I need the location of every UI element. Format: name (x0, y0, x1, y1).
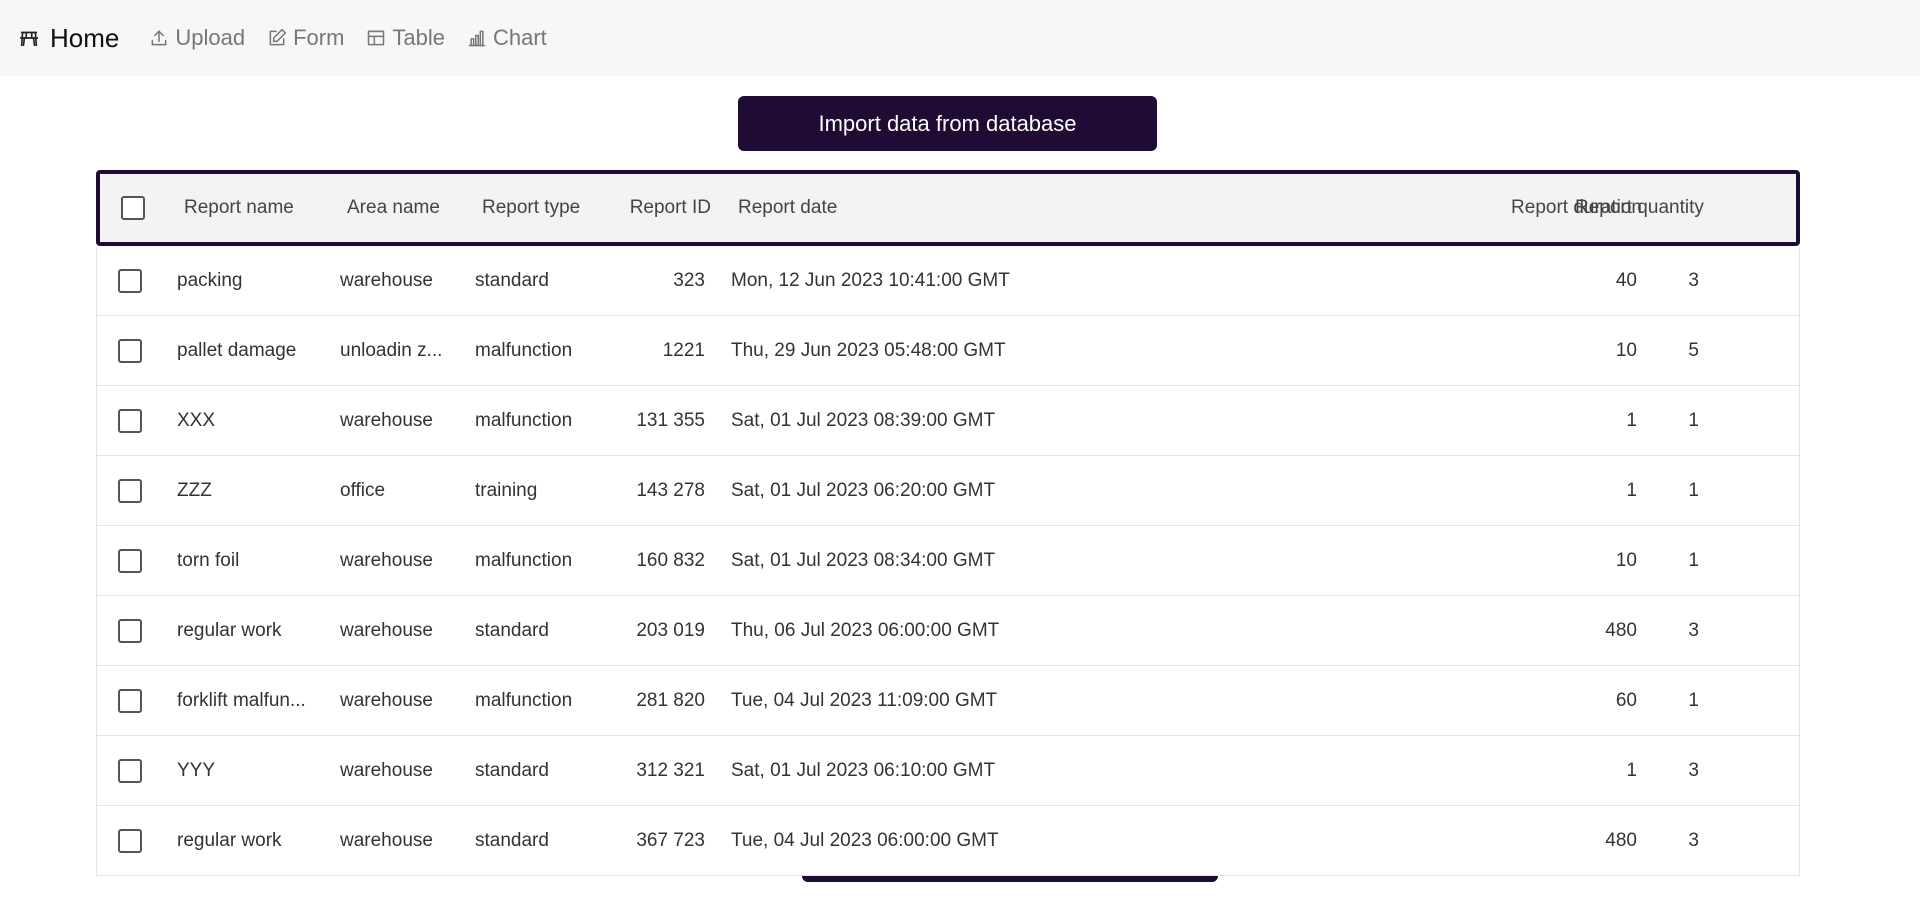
cell-report-name: XXX (177, 409, 216, 431)
cell-report-quantity: 1 (1688, 479, 1699, 501)
cell-report-name: regular work (177, 619, 282, 641)
cell-report-type: standard (475, 619, 549, 641)
cell-report-id: 203 019 (636, 619, 705, 641)
cell-report-quantity: 3 (1688, 619, 1699, 641)
nav-home-label: Home (50, 22, 120, 53)
cell-report-quantity: 3 (1688, 829, 1699, 851)
table-row[interactable]: torn foil warehouse malfunction 160 832 … (96, 526, 1800, 596)
table-row[interactable]: forklift malfun... warehouse malfunction… (96, 666, 1800, 736)
row-checkbox[interactable] (118, 479, 142, 503)
cell-report-quantity: 1 (1688, 689, 1699, 711)
upload-icon (151, 30, 167, 46)
nav-table[interactable]: Table (366, 25, 445, 51)
table-row[interactable]: regular work warehouse standard 203 019 … (96, 596, 1800, 666)
table-row[interactable]: XXX warehouse malfunction 131 355 Sat, 0… (96, 386, 1800, 456)
header-area-name[interactable]: Area name (347, 197, 457, 219)
cell-area-name: warehouse (340, 549, 433, 571)
nav-chart[interactable]: Chart (467, 25, 547, 51)
cell-report-type: malfunction (475, 549, 573, 571)
cell-report-type: training (475, 479, 538, 501)
row-checkbox[interactable] (118, 759, 142, 783)
cell-report-date: Sat, 01 Jul 2023 06:20:00 GMT (731, 479, 996, 501)
reports-table: Report name Area name Report type Report… (96, 170, 1800, 876)
cell-report-date: Tue, 04 Jul 2023 06:00:00 GMT (731, 829, 999, 851)
nav-table-label: Table (392, 25, 445, 50)
nav-form-label: Form (293, 25, 345, 50)
cell-report-name: regular work (177, 829, 282, 851)
cell-report-name: ZZZ (177, 479, 212, 501)
cell-report-date: Sat, 01 Jul 2023 08:34:00 GMT (731, 549, 996, 571)
cell-report-quantity: 1 (1688, 409, 1699, 431)
header-report-id[interactable]: Report ID (613, 197, 711, 219)
cell-report-name: forklift malfun... (177, 689, 306, 711)
nav-upload-label: Upload (175, 25, 246, 50)
table-row[interactable]: regular work warehouse standard 367 723 … (96, 806, 1800, 876)
nav-chart-label: Chart (493, 25, 547, 50)
cell-report-date: Thu, 06 Jul 2023 06:00:00 GMT (731, 619, 1000, 641)
cell-report-name: torn foil (177, 549, 240, 571)
cell-report-name: pallet damage (177, 339, 297, 361)
cell-report-date: Tue, 04 Jul 2023 11:09:00 GMT (731, 689, 998, 711)
nav-home[interactable]: Home (18, 23, 119, 54)
table-row[interactable]: YYY warehouse standard 312 321 Sat, 01 J… (96, 736, 1800, 806)
cell-report-id: 160 832 (636, 549, 705, 571)
edit-icon (269, 28, 287, 46)
cell-area-name: warehouse (340, 409, 433, 431)
header-report-quantity[interactable]: Report quantity (1575, 197, 1775, 219)
cell-area-name: warehouse (340, 759, 433, 781)
cell-report-type: malfunction (475, 339, 573, 361)
cell-report-name: packing (177, 269, 243, 291)
nav-upload[interactable]: Upload (149, 25, 245, 51)
cell-report-id: 281 820 (636, 689, 705, 711)
header-report-type[interactable]: Report type (482, 197, 602, 219)
cell-report-quantity: 1 (1688, 549, 1699, 571)
table-row[interactable]: ZZZ office training 143 278 Sat, 01 Jul … (96, 456, 1800, 526)
cell-area-name: warehouse (340, 269, 433, 291)
cell-report-quantity: 3 (1688, 759, 1699, 781)
row-checkbox[interactable] (118, 549, 142, 573)
cell-report-type: standard (475, 759, 549, 781)
cell-report-id: 323 (673, 269, 705, 291)
cell-report-date: Sat, 01 Jul 2023 08:39:00 GMT (731, 409, 996, 431)
cell-report-id: 143 278 (636, 479, 705, 501)
bar-chart-icon (468, 30, 486, 47)
cell-report-name: YYY (177, 759, 216, 781)
row-checkbox[interactable] (118, 619, 142, 643)
cell-report-id: 312 321 (636, 759, 705, 781)
table-row[interactable]: pallet damage unloadin z... malfunction … (96, 316, 1800, 386)
cell-area-name: unloadin z... (340, 339, 443, 361)
select-all-checkbox[interactable] (121, 196, 145, 220)
cell-report-date: Sat, 01 Jul 2023 06:10:00 GMT (731, 759, 996, 781)
cell-report-quantity: 3 (1688, 269, 1699, 291)
header-report-name[interactable]: Report name (184, 197, 324, 219)
row-checkbox[interactable] (118, 409, 142, 433)
header-report-date[interactable]: Report date (738, 197, 1138, 219)
cell-report-type: standard (475, 829, 549, 851)
row-checkbox[interactable] (118, 829, 142, 853)
cell-report-date: Mon, 12 Jun 2023 10:41:00 GMT (731, 269, 1010, 291)
nav-form[interactable]: Form (267, 25, 344, 51)
cell-area-name: warehouse (340, 689, 433, 711)
top-nav: Home Upload Form Table Chart (0, 0, 1920, 76)
import-data-button[interactable]: Import data from database (738, 96, 1157, 151)
cell-area-name: warehouse (340, 829, 433, 851)
cell-report-id: 367 723 (636, 829, 705, 851)
row-checkbox[interactable] (118, 269, 142, 293)
cell-report-id: 131 355 (636, 409, 705, 431)
cell-report-type: malfunction (475, 689, 573, 711)
cell-report-date: Thu, 29 Jun 2023 05:48:00 GMT (731, 339, 1006, 361)
cell-report-quantity: 5 (1688, 339, 1699, 361)
cell-report-type: malfunction (475, 409, 573, 431)
row-checkbox[interactable] (118, 339, 142, 363)
cell-area-name: warehouse (340, 619, 433, 641)
row-checkbox[interactable] (118, 689, 142, 713)
bench-icon (19, 31, 39, 47)
cell-area-name: office (340, 479, 386, 501)
table-row[interactable]: packing warehouse standard 323 Mon, 12 J… (96, 246, 1800, 316)
cell-report-id: 1221 (662, 339, 705, 361)
table-icon (368, 30, 385, 46)
cell-report-type: standard (475, 269, 549, 291)
table-header: Report name Area name Report type Report… (96, 170, 1800, 246)
